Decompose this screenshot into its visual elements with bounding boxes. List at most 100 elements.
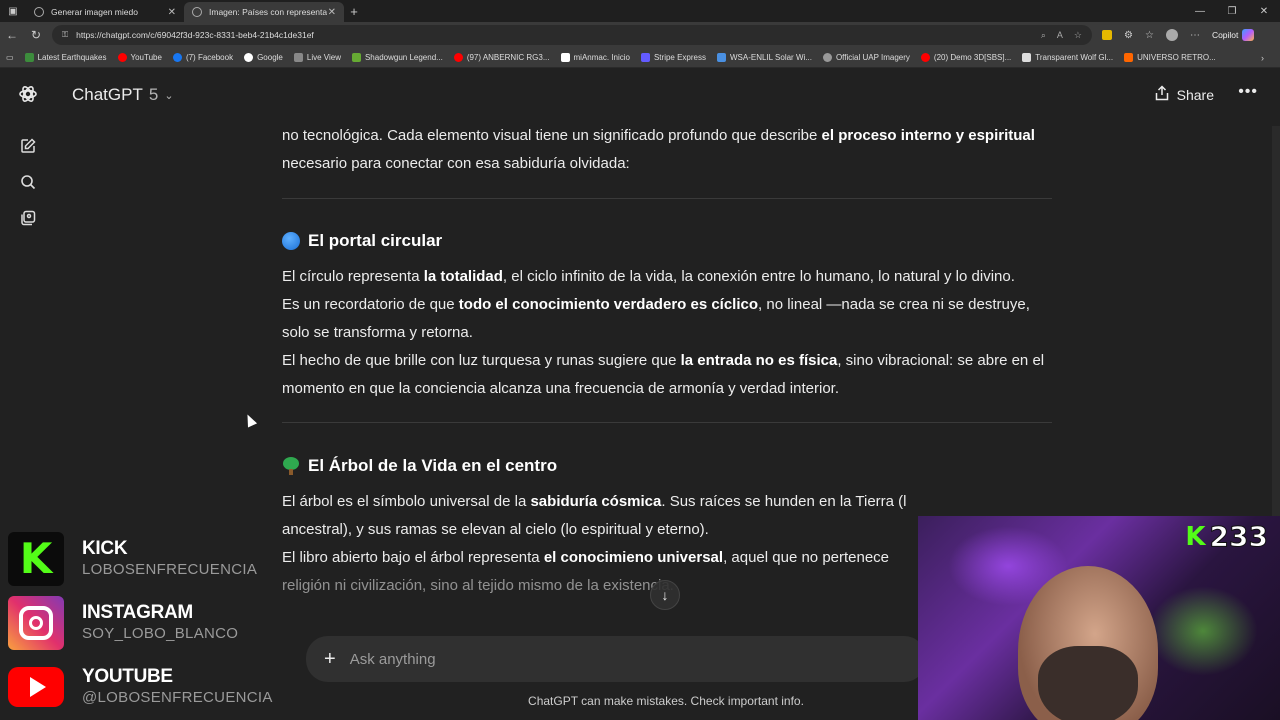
chat-header: ChatGPT 5 ⌄ Share ••• <box>56 68 1280 122</box>
close-tab-icon[interactable]: ✕ <box>168 7 176 18</box>
section-paragraph: Es un recordatorio de que todo el conoci… <box>282 296 1030 341</box>
webcam-feed: K 233 <box>918 516 1280 720</box>
composer-input[interactable]: Ask anything <box>350 651 436 668</box>
profile-avatar[interactable] <box>1165 29 1178 41</box>
library-icon[interactable] <box>18 208 38 228</box>
restore-icon[interactable]: ❐ <box>1216 6 1248 17</box>
bookmarks-bar: ▭ Latest Earthquakes YouTube (7) Faceboo… <box>0 48 1280 68</box>
stripe-icon <box>640 53 650 62</box>
section-paragraph: El árbol es el símbolo universal de la s… <box>282 493 907 510</box>
url-text: https://chatgpt.com/c/69042f3d-923c-8331… <box>76 30 314 40</box>
chevron-down-icon: ⌄ <box>164 89 174 102</box>
bookmark-item[interactable]: Shadowgun Legend... <box>351 53 443 62</box>
bookmark-item[interactable]: Stripe Express <box>640 53 706 62</box>
bookmark-apps-icon[interactable]: ▭ <box>6 53 14 62</box>
browser-tabstrip: ▣ Generar imagen miedo ✕ Imagen: Países … <box>0 0 1280 22</box>
tab-imagen-paises[interactable]: Imagen: Países con representació ✕ <box>184 2 344 22</box>
screen: ▣ Generar imagen miedo ✕ Imagen: Países … <box>0 0 1280 720</box>
social-name: YOUTUBE <box>82 666 173 687</box>
youtube-logo-icon <box>8 667 64 707</box>
tab-title: Imagen: Países con representació <box>209 7 327 17</box>
window-menu-icon[interactable]: ▣ <box>0 0 26 22</box>
refresh-icon[interactable]: ↻ <box>24 28 48 42</box>
model-name: ChatGPT <box>72 85 143 104</box>
site-info-icon[interactable]: ⚿ <box>62 30 68 40</box>
address-bar[interactable]: ⚿ https://chatgpt.com/c/69042f3d-923c-83… <box>52 25 1092 45</box>
youtube-social-badge: YOUTUBE @LOBOSENFRECUENCIA <box>8 656 308 718</box>
bookmark-item[interactable]: (7) Facebook <box>172 53 233 62</box>
section-heading: El portal circular <box>282 227 1052 255</box>
window-controls: — ❐ ✕ <box>1184 6 1280 17</box>
copilot-button[interactable]: Copilot <box>1212 29 1255 41</box>
bookmark-item[interactable]: Latest Earthquakes <box>24 53 107 62</box>
instagram-social-badge: INSTAGRAM SOY_LOBO_BLANCO <box>8 592 308 654</box>
share-icon <box>1155 85 1169 104</box>
bookmark-item[interactable]: Google <box>244 53 283 62</box>
close-window-icon[interactable]: ✕ <box>1248 6 1280 17</box>
bookmark-item[interactable]: Transparent Wolf Gl... <box>1022 53 1113 62</box>
chatgpt-favicon-icon <box>34 7 44 17</box>
copilot-logo-icon <box>1242 29 1255 41</box>
section-paragraph: El círculo representa la totalidad, el c… <box>282 268 1015 285</box>
share-label: Share <box>1176 86 1214 103</box>
bookmark-item[interactable]: UNIVERSO RETRO... <box>1124 53 1216 62</box>
model-version: 5 <box>148 85 159 104</box>
bookmark-item[interactable]: miAnmac. Inicio <box>560 53 630 62</box>
bookmark-favicon-icon <box>560 53 570 62</box>
bookmark-favicon-icon <box>717 53 726 62</box>
new-chat-icon[interactable] <box>18 136 38 156</box>
google-icon <box>244 53 254 62</box>
kick-logo-icon: K <box>1185 521 1206 552</box>
bookmark-item[interactable]: WSA-ENLIL Solar Wi... <box>717 53 812 62</box>
attach-plus-icon[interactable]: + <box>324 648 336 671</box>
social-handle: @LOBOSENFRECUENCIA <box>82 689 273 706</box>
new-tab-icon[interactable]: + <box>344 4 364 19</box>
youtube-icon <box>920 53 930 62</box>
bookmark-item[interactable]: Live View <box>293 53 341 62</box>
back-icon[interactable]: ← <box>0 28 24 42</box>
favorite-star-icon[interactable]: ☆ <box>1074 30 1082 41</box>
search-icon[interactable] <box>18 172 38 192</box>
minimize-icon[interactable]: — <box>1184 6 1216 17</box>
youtube-icon <box>453 53 463 62</box>
close-tab-icon[interactable]: ✕ <box>328 7 336 18</box>
extensions-puzzle-icon[interactable]: ⚙ <box>1124 30 1133 41</box>
blogger-icon <box>1124 53 1134 62</box>
chatgpt-logo-icon[interactable] <box>18 84 38 104</box>
social-handle: SOY_LOBO_BLANCO <box>82 625 239 642</box>
bookmark-item[interactable]: (97) ANBERNIC RG3... <box>453 53 550 62</box>
social-name: INSTAGRAM <box>82 602 193 623</box>
read-aloud-icon[interactable]: A <box>1057 30 1063 41</box>
bookmark-favicon-icon <box>293 53 303 62</box>
bookmarks-overflow-icon[interactable]: › <box>1261 53 1264 63</box>
share-button[interactable]: Share <box>1155 85 1214 104</box>
tab-title: Generar imagen miedo <box>51 7 138 17</box>
toolbar-right: ⚙ ☆ ⋯ Copilot <box>1102 29 1255 41</box>
extension-icon[interactable] <box>1102 30 1112 40</box>
social-name: KICK <box>82 538 128 559</box>
message-composer[interactable]: + Ask anything <box>306 636 926 682</box>
section-heading: El Árbol de la Vida en el centro <box>282 452 1052 480</box>
zoom-icon[interactable]: ⌕ <box>1041 30 1046 41</box>
tree-icon <box>282 457 300 475</box>
kick-logo-icon: K <box>8 532 64 586</box>
favorites-icon[interactable]: ☆ <box>1145 30 1154 41</box>
bookmark-favicon-icon <box>351 53 361 62</box>
viewer-count: 233 <box>1209 520 1268 554</box>
address-bar-icons: ⌕ A ☆ <box>1041 30 1082 41</box>
bookmark-favicon-icon <box>1022 53 1032 62</box>
browser-toolbar: ← ↻ ⚿ https://chatgpt.com/c/69042f3d-923… <box>0 22 1280 48</box>
settings-more-icon[interactable]: ⋯ <box>1190 30 1200 41</box>
more-options-icon[interactable]: ••• <box>1238 83 1258 101</box>
tab-generar-imagen[interactable]: Generar imagen miedo ✕ <box>26 2 184 22</box>
intro-paragraph: no tecnológica. Cada elemento visual tie… <box>282 127 1035 172</box>
bookmark-favicon-icon <box>24 53 34 62</box>
youtube-icon <box>117 53 127 62</box>
bookmark-item[interactable]: Official UAP Imagery <box>822 53 910 62</box>
arrow-down-icon: ↓ <box>661 587 669 603</box>
bookmark-item[interactable]: YouTube <box>117 53 162 62</box>
instagram-logo-icon <box>8 596 64 650</box>
scroll-to-bottom-button[interactable]: ↓ <box>650 580 680 610</box>
bookmark-item[interactable]: (20) Demo 3D[SBS]... <box>920 53 1011 62</box>
model-selector[interactable]: ChatGPT 5 ⌄ <box>72 85 174 105</box>
